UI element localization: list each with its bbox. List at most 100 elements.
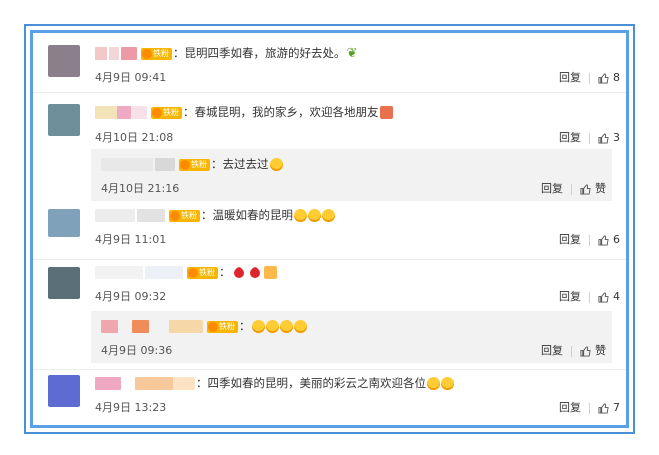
fan-badge[interactable]: 铁粉 (179, 158, 210, 171)
thumbs-up-icon[interactable] (598, 72, 609, 84)
nickname-blur[interactable] (155, 158, 175, 171)
like-count[interactable]: 6 (613, 233, 620, 246)
nickname-blur[interactable] (121, 47, 137, 60)
outer-frame: 铁粉 ：昆明四季如春，旅游的好去处。❦ 4月9日 09:41 回复 8 铁粉 ：春城昆… (24, 24, 635, 434)
fan-badge[interactable]: 铁粉 (169, 209, 200, 222)
thumbs-up-icon[interactable] (598, 291, 609, 303)
like-count[interactable]: 8 (613, 71, 620, 84)
colon: ： (239, 319, 251, 333)
gift-emoji-icon (379, 106, 393, 119)
colon: ： (201, 208, 213, 222)
laugh-emoji-icon (308, 209, 321, 222)
avatar[interactable] (48, 375, 80, 407)
nickname-blur[interactable] (95, 377, 121, 390)
reply-button[interactable]: 回复 (559, 69, 581, 85)
cry-emoji-icon (279, 320, 293, 333)
laugh-emoji-icon (269, 158, 283, 171)
heart-emoji-icon (231, 265, 246, 280)
comment-line: ：四季如春的昆明，美丽的彩云之南欢迎各位 (95, 375, 454, 391)
fan-badge[interactable]: 铁粉 (187, 266, 218, 279)
comment-text: 春城昆明，我的家乡，欢迎各地朋友 (194, 105, 379, 119)
nickname-blur[interactable] (101, 158, 153, 171)
colon: ： (219, 265, 231, 279)
avatar[interactable] (48, 45, 80, 77)
like-count[interactable]: 4 (613, 290, 620, 303)
nickname-blur[interactable] (131, 106, 147, 119)
reply-button[interactable]: 回复 (559, 231, 581, 247)
divider (571, 183, 572, 195)
divider (589, 291, 590, 303)
nickname-blur[interactable] (135, 377, 173, 390)
comment-text: 昆明四季如春，旅游的好去处。 (184, 46, 346, 60)
nickname-blur[interactable] (95, 106, 117, 119)
thumbs-up-icon[interactable] (598, 402, 609, 414)
reply-button[interactable]: 回复 (559, 399, 581, 415)
thumbs-up-icon[interactable] (580, 345, 591, 357)
comment-line: 铁粉 ：温暖如春的昆明 (95, 207, 335, 223)
nickname-blur[interactable] (95, 266, 143, 279)
colon: ： (183, 105, 195, 119)
like-count[interactable]: 赞 (595, 180, 606, 196)
comment-actions: 回复 4 (559, 288, 620, 304)
laugh-emoji-icon (322, 209, 335, 222)
nickname-blur[interactable] (95, 47, 107, 60)
comment-actions: 回复 7 (559, 399, 620, 415)
timestamp: 4月9日 13:23 (95, 401, 167, 414)
comment-list: 铁粉 ：昆明四季如春，旅游的好去处。❦ 4月9日 09:41 回复 8 铁粉 ：春城昆… (33, 33, 626, 425)
comment-actions: 回复 6 (559, 231, 620, 247)
timestamp: 4月9日 09:41 (95, 71, 167, 84)
thumbs-up-icon[interactable] (580, 183, 591, 195)
comment-line: 铁粉 ：昆明四季如春，旅游的好去处。❦ (95, 45, 357, 62)
thumbs-up-icon[interactable] (598, 132, 609, 144)
comment-item: 铁粉 ：温暖如春的昆明 4月9日 11:01 回复 6 (33, 201, 626, 260)
nickname-blur[interactable] (117, 106, 131, 119)
nickname-blur[interactable] (169, 320, 203, 333)
laugh-emoji-icon (294, 209, 307, 222)
reply-box: 铁粉 ：去过去过 4月10日 21:16 回复 赞 (91, 149, 612, 201)
nickname-blur[interactable] (95, 209, 135, 222)
nickname-blur[interactable] (132, 320, 149, 333)
nickname-blur[interactable] (173, 377, 195, 390)
comment-actions: 回复 赞 (541, 342, 606, 358)
like-count[interactable]: 3 (613, 131, 620, 144)
nickname-blur[interactable] (101, 320, 118, 333)
divider (589, 72, 590, 84)
thumbs-up-icon[interactable] (598, 234, 609, 246)
avatar[interactable] (48, 267, 80, 299)
reply-button[interactable]: 回复 (541, 180, 563, 196)
colon: ： (196, 376, 208, 390)
colon: ： (211, 157, 223, 171)
colon: ： (173, 46, 185, 60)
plant-emoji-icon: ❦ (346, 45, 358, 61)
reply-button[interactable]: 回复 (541, 342, 563, 358)
reply-button[interactable]: 回复 (559, 129, 581, 145)
timestamp: 4月9日 09:32 (95, 290, 167, 303)
cry-emoji-icon (265, 320, 279, 333)
nickname-blur[interactable] (137, 209, 165, 222)
nickname-blur[interactable] (109, 47, 119, 60)
fan-badge[interactable]: 铁粉 (207, 320, 238, 333)
comment-line: 铁粉： (101, 318, 307, 334)
comment-actions: 回复 8 (559, 69, 620, 85)
heart-emoji-icon (247, 265, 262, 280)
laugh-emoji-icon (441, 377, 454, 390)
fan-badge[interactable]: 铁粉 (141, 47, 172, 60)
laugh-emoji-icon (427, 377, 440, 390)
like-count[interactable]: 7 (613, 401, 620, 414)
timestamp: 4月10日 21:16 (101, 182, 180, 195)
avatar[interactable] (48, 209, 80, 237)
comment-actions: 回复 赞 (541, 180, 606, 196)
fan-badge[interactable]: 铁粉 (151, 106, 182, 119)
divider (589, 234, 590, 246)
comment-line: 铁粉 ：去过去过 (101, 156, 283, 172)
timestamp: 4月9日 09:36 (101, 344, 173, 357)
divider (571, 345, 572, 357)
nickname-blur[interactable] (145, 266, 183, 279)
comment-item: 铁粉： 4月9日 09:32 回复 4 铁粉： 4月9日 09:36 回复赞 (33, 259, 626, 369)
like-count[interactable]: 赞 (595, 342, 606, 358)
comment-text: 去过去过 (222, 157, 269, 171)
reply-button[interactable]: 回复 (559, 288, 581, 304)
comment-text: 四季如春的昆明，美丽的彩云之南欢迎各位 (207, 376, 427, 390)
avatar[interactable] (48, 104, 80, 136)
comment-item: ：四季如春的昆明，美丽的彩云之南欢迎各位 4月9日 13:23 回复 7 (33, 369, 626, 425)
